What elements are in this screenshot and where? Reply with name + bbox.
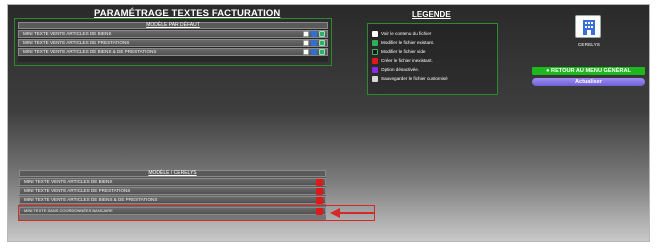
legend-label: Sauvegarder le fichier customisé [381, 76, 448, 81]
legend-item-disabled: Option désactivée. [372, 66, 419, 73]
legend-title: LEGENDE [412, 10, 451, 19]
legend-item-edit-empty: Modifier le fichier vide [372, 48, 425, 55]
create-file-icon[interactable] [316, 179, 323, 186]
company-row-biens-prestations: MINI TEXTE VENTE ARTICLES DE BIENS & DE … [19, 196, 326, 204]
row-label: MINI TEXTE VENTE ARTICLES DE BIENS [24, 179, 113, 184]
view-file-icon[interactable] [303, 31, 309, 37]
edit-empty-icon [372, 48, 378, 55]
default-row-biens-prestations: MINI TEXTE VENTE ARTICLES DE BIENS & DE … [18, 48, 328, 56]
edit-file-icon[interactable] [311, 49, 317, 55]
edit-icon [372, 39, 378, 46]
company-name: CERELYS [577, 43, 601, 48]
company-model-header: MODÈLE / CERELYS [19, 170, 326, 177]
legend-label: Voir le contenu du fichier [381, 31, 432, 36]
create-icon [372, 57, 378, 64]
edit-file-icon[interactable] [311, 40, 317, 46]
view-file-icon[interactable] [303, 49, 309, 55]
return-main-menu-button[interactable]: ● RETOUR AU MENU GÉNÉRAL [532, 67, 645, 75]
row-label: MINI TEXTE VENTE ARTICLES DE PRESTATIONS [24, 188, 131, 193]
new-file-icon[interactable] [319, 40, 325, 46]
building-icon [583, 20, 595, 35]
create-file-icon[interactable] [316, 197, 323, 204]
eye-icon [372, 30, 378, 37]
company-row-prestations: MINI TEXTE VENTE ARTICLES DE PRESTATIONS [19, 187, 326, 195]
default-row-prestations: MINI TEXTE VENTE ARTICLES DE PRESTATIONS [18, 39, 328, 47]
legend-item-save: Sauvegarder le fichier customisé [372, 75, 448, 82]
default-model-header: MODÈLE PAR DÉFAUT [18, 22, 328, 29]
row-label: MINI TEXTE VENTE ARTICLES DE BIENS & DE … [23, 49, 157, 54]
new-file-icon[interactable] [319, 49, 325, 55]
highlight-annotation [18, 205, 375, 221]
disabled-icon [372, 66, 378, 73]
row-label: MINI TEXTE VENTE ARTICLES DE BIENS [23, 31, 112, 36]
new-file-icon[interactable] [319, 31, 325, 37]
row-label: MINI TEXTE VENTE ARTICLES DE BIENS & DE … [24, 197, 158, 202]
legend-label: Option désactivée. [381, 67, 420, 72]
arrow-left-icon [330, 208, 374, 218]
legend-label: Modifier le fichier vide [381, 49, 426, 54]
legend-label: Modifier le fichier existant. [381, 40, 435, 45]
legend-label: Créer le fichier inexistant. [381, 58, 433, 63]
legend-item-create: Créer le fichier inexistant. [372, 57, 433, 64]
legend-panel: Voir le contenu du fichier Modifier le f… [367, 23, 498, 95]
company-row-biens: MINI TEXTE VENTE ARTICLES DE BIENS [19, 178, 326, 186]
legend-item-view: Voir le contenu du fichier [372, 30, 431, 37]
create-file-icon[interactable] [316, 188, 323, 195]
main-canvas: PARAMÉTRAGE TEXTES FACTURATION MODÈLE PA… [7, 4, 650, 242]
default-row-biens: MINI TEXTE VENTE ARTICLES DE BIENS [18, 30, 328, 38]
company-logo [575, 15, 601, 38]
legend-item-edit: Modifier le fichier existant. [372, 39, 434, 46]
view-file-icon[interactable] [303, 40, 309, 46]
return-main-menu-label: RETOUR AU MENU GÉNÉRAL [551, 68, 631, 74]
row-label: MINI TEXTE VENTE ARTICLES DE PRESTATIONS [23, 40, 130, 45]
edit-file-icon[interactable] [311, 31, 317, 37]
save-icon [372, 75, 378, 82]
default-model-panel: MODÈLE PAR DÉFAUT MINI TEXTE VENTE ARTIC… [14, 18, 332, 66]
info-icon: ● [546, 68, 550, 74]
refresh-button[interactable]: Actualiser [532, 78, 645, 86]
